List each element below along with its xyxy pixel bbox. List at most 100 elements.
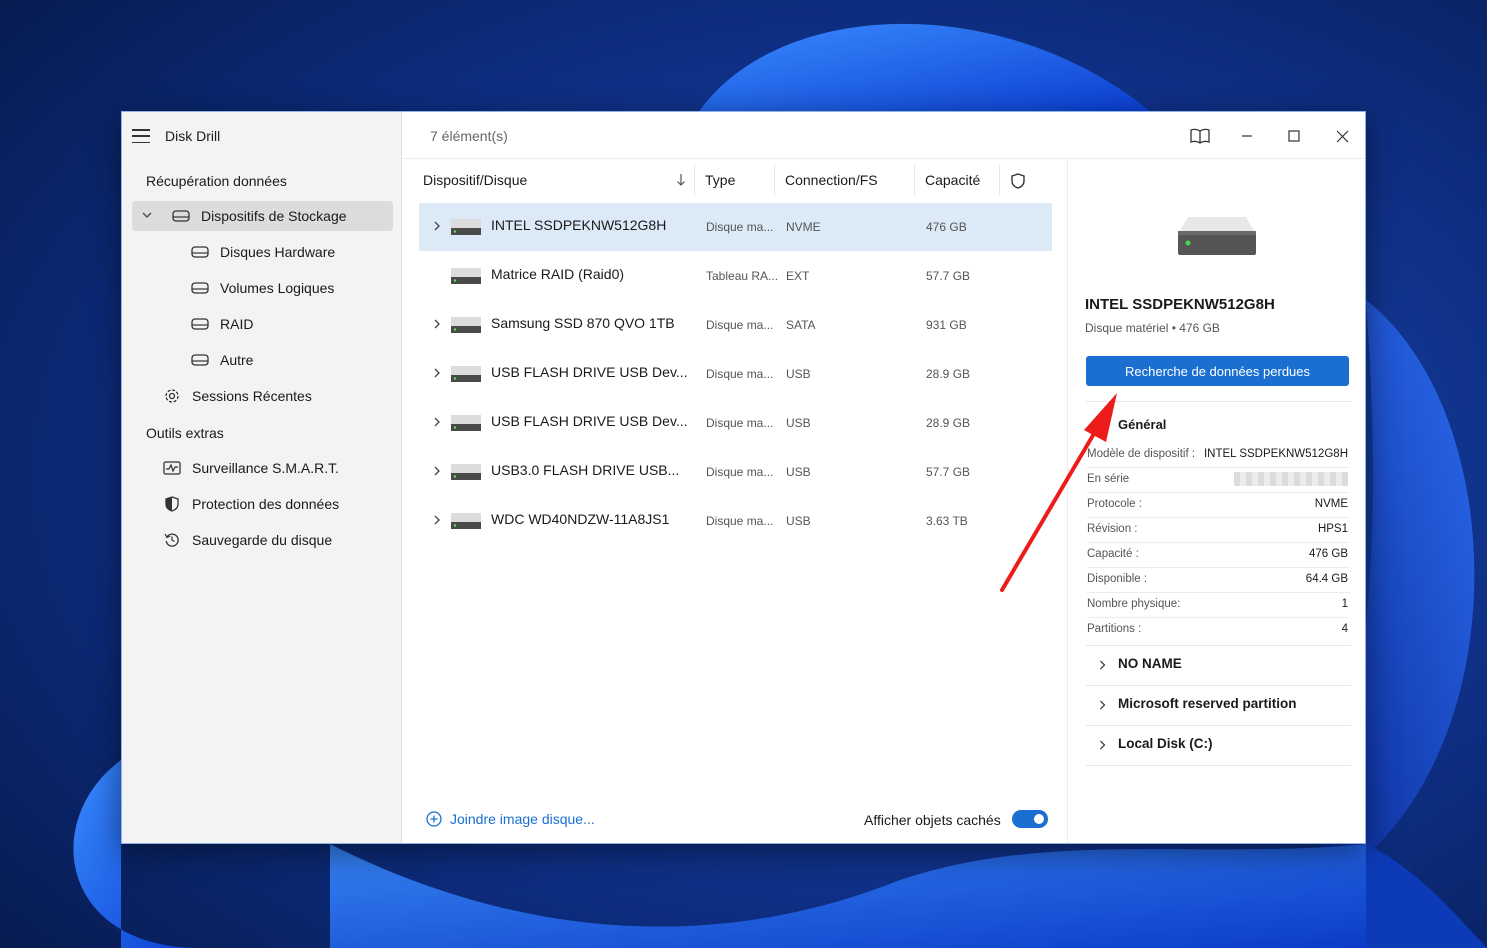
property-key: Révision :: [1087, 523, 1138, 535]
sidebar-item-data-protection[interactable]: Protection des données: [132, 489, 393, 519]
device-type: Disque ma...: [706, 367, 774, 381]
sidebar-item-label: Sauvegarde du disque: [192, 532, 333, 548]
disk-drill-window: Disk Drill Récupération données Disposit…: [121, 111, 1366, 844]
device-capacity: 3.63 TB: [926, 514, 968, 528]
property-row: Nombre physique: 1: [1087, 593, 1350, 618]
property-value: NVME: [1314, 498, 1348, 510]
column-header-device[interactable]: Dispositif/Disque: [423, 172, 527, 188]
sidebar-item-smart-monitoring[interactable]: Surveillance S.M.A.R.T.: [132, 453, 393, 483]
property-value: HPS1: [1317, 523, 1348, 535]
sidebar-item-label: Surveillance S.M.A.R.T.: [192, 460, 340, 476]
device-name: USB FLASH DRIVE USB Dev...: [491, 364, 688, 380]
add-circle-icon: [426, 811, 442, 827]
sidebar-item-disk-backup[interactable]: Sauvegarde du disque: [132, 525, 393, 555]
chevron-right-icon: [1100, 740, 1106, 750]
table-row[interactable]: Matrice RAID (Raid0) Tableau RA... EXT 5…: [419, 252, 1052, 300]
device-capacity: 931 GB: [926, 318, 967, 332]
chevron-right-icon[interactable]: [433, 221, 441, 231]
device-type: Disque ma...: [706, 514, 774, 528]
general-section-title: Général: [1118, 417, 1167, 432]
device-capacity: 476 GB: [926, 220, 967, 234]
drive-icon: [190, 280, 210, 296]
drive-icon: [1178, 217, 1256, 255]
gear-icon: [162, 388, 182, 404]
device-type: Disque ma...: [706, 416, 774, 430]
monitor-pulse-icon: [162, 460, 182, 476]
sidebar-item-logical-volumes[interactable]: Volumes Logiques: [132, 273, 393, 303]
chevron-right-icon[interactable]: [433, 417, 441, 427]
column-header-capacity[interactable]: Capacité: [925, 172, 980, 188]
sort-arrow-icon[interactable]: [676, 173, 686, 187]
column-header-connection[interactable]: Connection/FS: [785, 172, 878, 188]
drive-icon: [451, 464, 481, 480]
shield-icon: [162, 496, 182, 512]
chevron-right-icon: [1100, 700, 1106, 710]
device-type: Disque ma...: [706, 465, 774, 479]
detail-panel: INTEL SSDPEKNW512G8H Disque matériel • 4…: [1067, 159, 1366, 843]
sidebar-item-other[interactable]: Autre: [132, 345, 393, 375]
sidebar-item-recent-sessions[interactable]: Sessions Récentes: [132, 381, 393, 411]
attach-disk-image-link[interactable]: Joindre image disque...: [426, 811, 595, 827]
show-hidden-label: Afficher objets cachés: [864, 812, 1001, 828]
partition-item[interactable]: NO NAME: [1086, 645, 1351, 686]
device-type: Disque ma...: [706, 318, 774, 332]
drive-icon: [190, 316, 210, 332]
close-button[interactable]: [1330, 126, 1354, 146]
item-count: 7 élément(s): [430, 128, 508, 144]
minimize-button[interactable]: [1235, 126, 1259, 146]
device-name: WDC WD40NDZW-11A8JS1: [491, 511, 670, 527]
section-extra-tools: Outils extras: [146, 425, 224, 441]
property-row: Partitions : 4: [1087, 618, 1350, 643]
table-row[interactable]: USB FLASH DRIVE USB Dev... Disque ma... …: [419, 350, 1052, 398]
property-key: Nombre physique:: [1087, 598, 1181, 610]
sidebar-item-label: Dispositifs de Stockage: [201, 208, 347, 224]
device-connection: USB: [786, 416, 811, 430]
table-row[interactable]: USB3.0 FLASH DRIVE USB... Disque ma... U…: [419, 448, 1052, 496]
property-row: Modèle de dispositif : INTEL SSDPEKNW512…: [1087, 443, 1350, 468]
partition-label: Local Disk (C:): [1118, 736, 1213, 751]
column-divider: [694, 165, 695, 195]
drive-icon: [451, 268, 481, 284]
menu-icon[interactable]: [132, 129, 150, 143]
device-name: Samsung SSD 870 QVO 1TB: [491, 315, 675, 331]
history-icon: [162, 532, 182, 548]
device-list-pane: 7 élément(s) Dispositif/Disque Type Conn…: [402, 112, 1365, 843]
search-lost-data-button[interactable]: Recherche de données perdues: [1086, 356, 1349, 386]
sidebar-item-storage-devices[interactable]: Dispositifs de Stockage: [132, 201, 393, 231]
book-icon[interactable]: [1188, 126, 1212, 146]
maximize-button[interactable]: [1282, 126, 1306, 146]
device-type: Disque ma...: [706, 220, 774, 234]
device-capacity: 28.9 GB: [926, 367, 971, 381]
table-row[interactable]: USB FLASH DRIVE USB Dev... Disque ma... …: [419, 399, 1052, 447]
table-row[interactable]: INTEL SSDPEKNW512G8H Disque ma... NVME 4…: [419, 203, 1052, 251]
device-connection: NVME: [786, 220, 821, 234]
column-header-type[interactable]: Type: [705, 172, 735, 188]
property-key: Disponible :: [1087, 573, 1148, 585]
chevron-down-icon: [142, 212, 152, 218]
device-name: Matrice RAID (Raid0): [491, 266, 625, 282]
table-row[interactable]: WDC WD40NDZW-11A8JS1 Disque ma... USB 3.…: [419, 497, 1052, 545]
partition-label: Microsoft reserved partition: [1118, 696, 1297, 711]
drive-icon: [451, 366, 481, 382]
app-title: Disk Drill: [165, 128, 221, 144]
chevron-right-icon[interactable]: [433, 515, 441, 525]
property-value: 64.4 GB: [1305, 573, 1348, 585]
property-key: Partitions :: [1087, 623, 1142, 635]
property-value: INTEL SSDPEKNW512G8H: [1203, 448, 1348, 460]
table-row[interactable]: Samsung SSD 870 QVO 1TB Disque ma... SAT…: [419, 301, 1052, 349]
device-name: USB FLASH DRIVE USB Dev...: [491, 413, 688, 429]
partition-item[interactable]: Microsoft reserved partition: [1086, 685, 1351, 726]
partition-item[interactable]: Local Disk (C:): [1086, 725, 1351, 766]
chevron-right-icon[interactable]: [433, 466, 441, 476]
chevron-right-icon[interactable]: [433, 319, 441, 329]
detail-device-subtitle: Disque matériel • 476 GB: [1085, 321, 1220, 335]
sidebar-item-raid[interactable]: RAID: [132, 309, 393, 339]
property-row: Protocole : NVME: [1087, 493, 1350, 518]
show-hidden-toggle[interactable]: [1012, 810, 1048, 828]
shield-icon[interactable]: [1011, 173, 1025, 189]
sidebar-item-label: Volumes Logiques: [220, 280, 335, 296]
sidebar-item-hardware-disks[interactable]: Disques Hardware: [132, 237, 393, 267]
device-connection: USB: [786, 367, 811, 381]
partition-label: NO NAME: [1118, 656, 1182, 671]
chevron-right-icon[interactable]: [433, 368, 441, 378]
